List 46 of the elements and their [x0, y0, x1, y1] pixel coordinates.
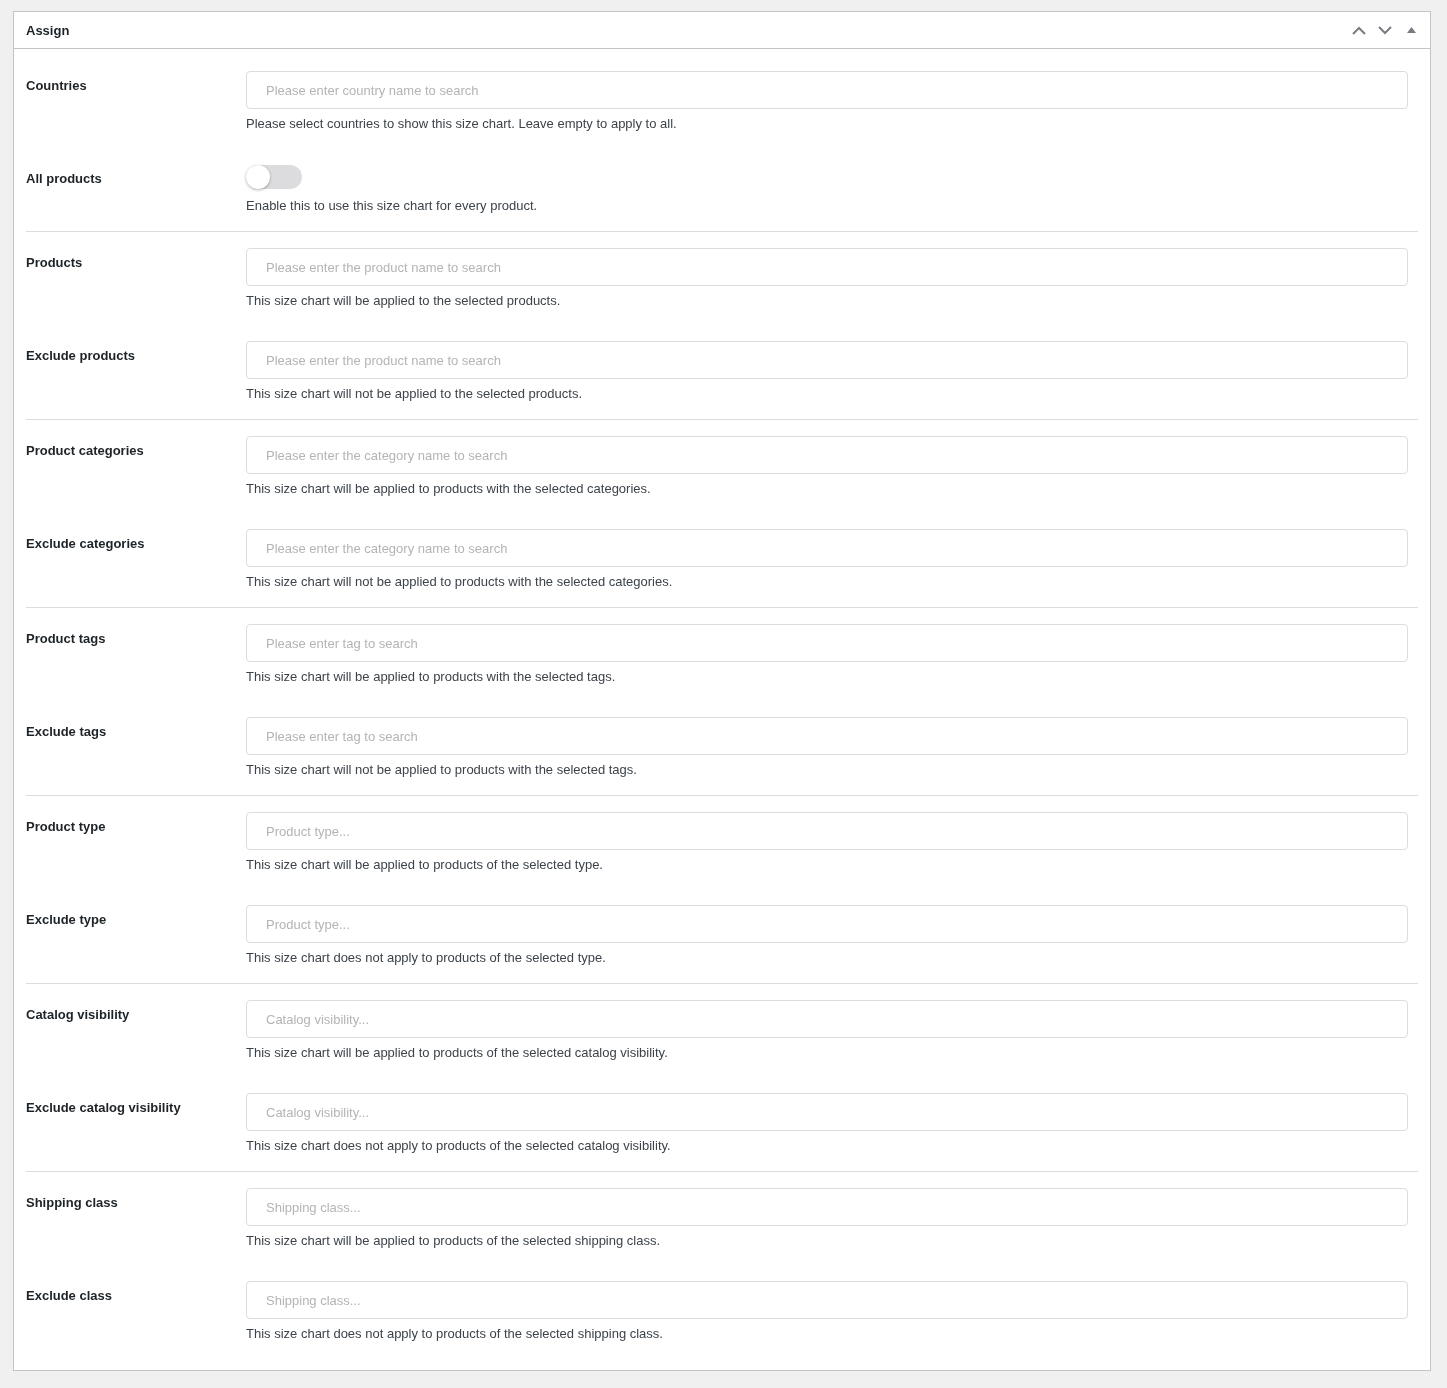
help-text: This size chart does not apply to products of the selected shipping class. [246, 1325, 663, 1343]
field-label: Product tags [26, 630, 107, 646]
search-field[interactable]: Catalog visibility... [246, 1093, 1408, 1131]
search-field[interactable]: Shipping class... [246, 1281, 1408, 1319]
panel-title: Assign [26, 22, 70, 38]
help-text: This size chart will be applied to products with the selected categories. [246, 480, 651, 498]
field-label: Exclude tags [26, 723, 108, 739]
search-field[interactable]: Please enter tag to search [246, 717, 1408, 755]
search-field[interactable]: Shipping class... [246, 1188, 1408, 1226]
help-text: Please select countries to show this size chart. Leave empty to apply to all. [246, 115, 677, 133]
field-label: Product type [26, 818, 107, 834]
field-label: Exclude catalog visibility [26, 1099, 182, 1115]
search-field[interactable]: Please enter the category name to search [246, 436, 1408, 474]
toggle-switch[interactable] [246, 165, 302, 189]
field-label: Exclude categories [26, 535, 146, 551]
field-label: Catalog visibility [26, 1006, 131, 1022]
help-text: This size chart will be applied to products of the selected catalog visibility. [246, 1044, 668, 1062]
chevron-down-icon [1378, 25, 1392, 35]
help-text: This size chart will not be applied to products with the selected categories. [246, 573, 673, 591]
field-label: Exclude products [26, 347, 137, 363]
search-field[interactable]: Please enter the category name to search [246, 529, 1408, 567]
field-label: Exclude type [26, 911, 108, 927]
help-text: This size chart will not be applied to products with the selected tags. [246, 761, 637, 779]
field-label: Countries [26, 77, 88, 93]
field-label: All products [26, 170, 103, 186]
help-text: This size chart will not be applied to the selected products. [246, 385, 582, 403]
search-field[interactable]: Please enter the product name to search [246, 341, 1408, 379]
search-field[interactable]: Catalog visibility... [246, 1000, 1408, 1038]
triangle-up-icon [1406, 27, 1416, 33]
chevron-up-icon [1352, 25, 1366, 35]
help-text: This size chart will be applied to products of the selected shipping class. [246, 1232, 661, 1250]
field-label: Exclude class [26, 1287, 113, 1303]
help-text: This size chart does not apply to products of the selected type. [246, 949, 606, 967]
search-field[interactable]: Product type... [246, 812, 1408, 850]
search-field[interactable]: Please enter country name to search [246, 71, 1408, 109]
help-text: Enable this to use this size chart for every product. [246, 197, 538, 215]
search-field[interactable]: Please enter tag to search [246, 624, 1408, 662]
help-text: This size chart will be applied to products with the selected tags. [246, 668, 616, 686]
field-label: Product categories [26, 442, 145, 458]
help-text: This size chart will be applied to products of the selected type. [246, 856, 603, 874]
field-label: Products [26, 254, 84, 270]
help-text: This size chart will be applied to the selected products. [246, 292, 561, 310]
search-field[interactable]: Product type... [246, 905, 1408, 943]
field-label: Shipping class [26, 1194, 119, 1210]
search-field[interactable]: Please enter the product name to search [246, 248, 1408, 286]
help-text: This size chart does not apply to products of the selected catalog visibility. [246, 1137, 671, 1155]
